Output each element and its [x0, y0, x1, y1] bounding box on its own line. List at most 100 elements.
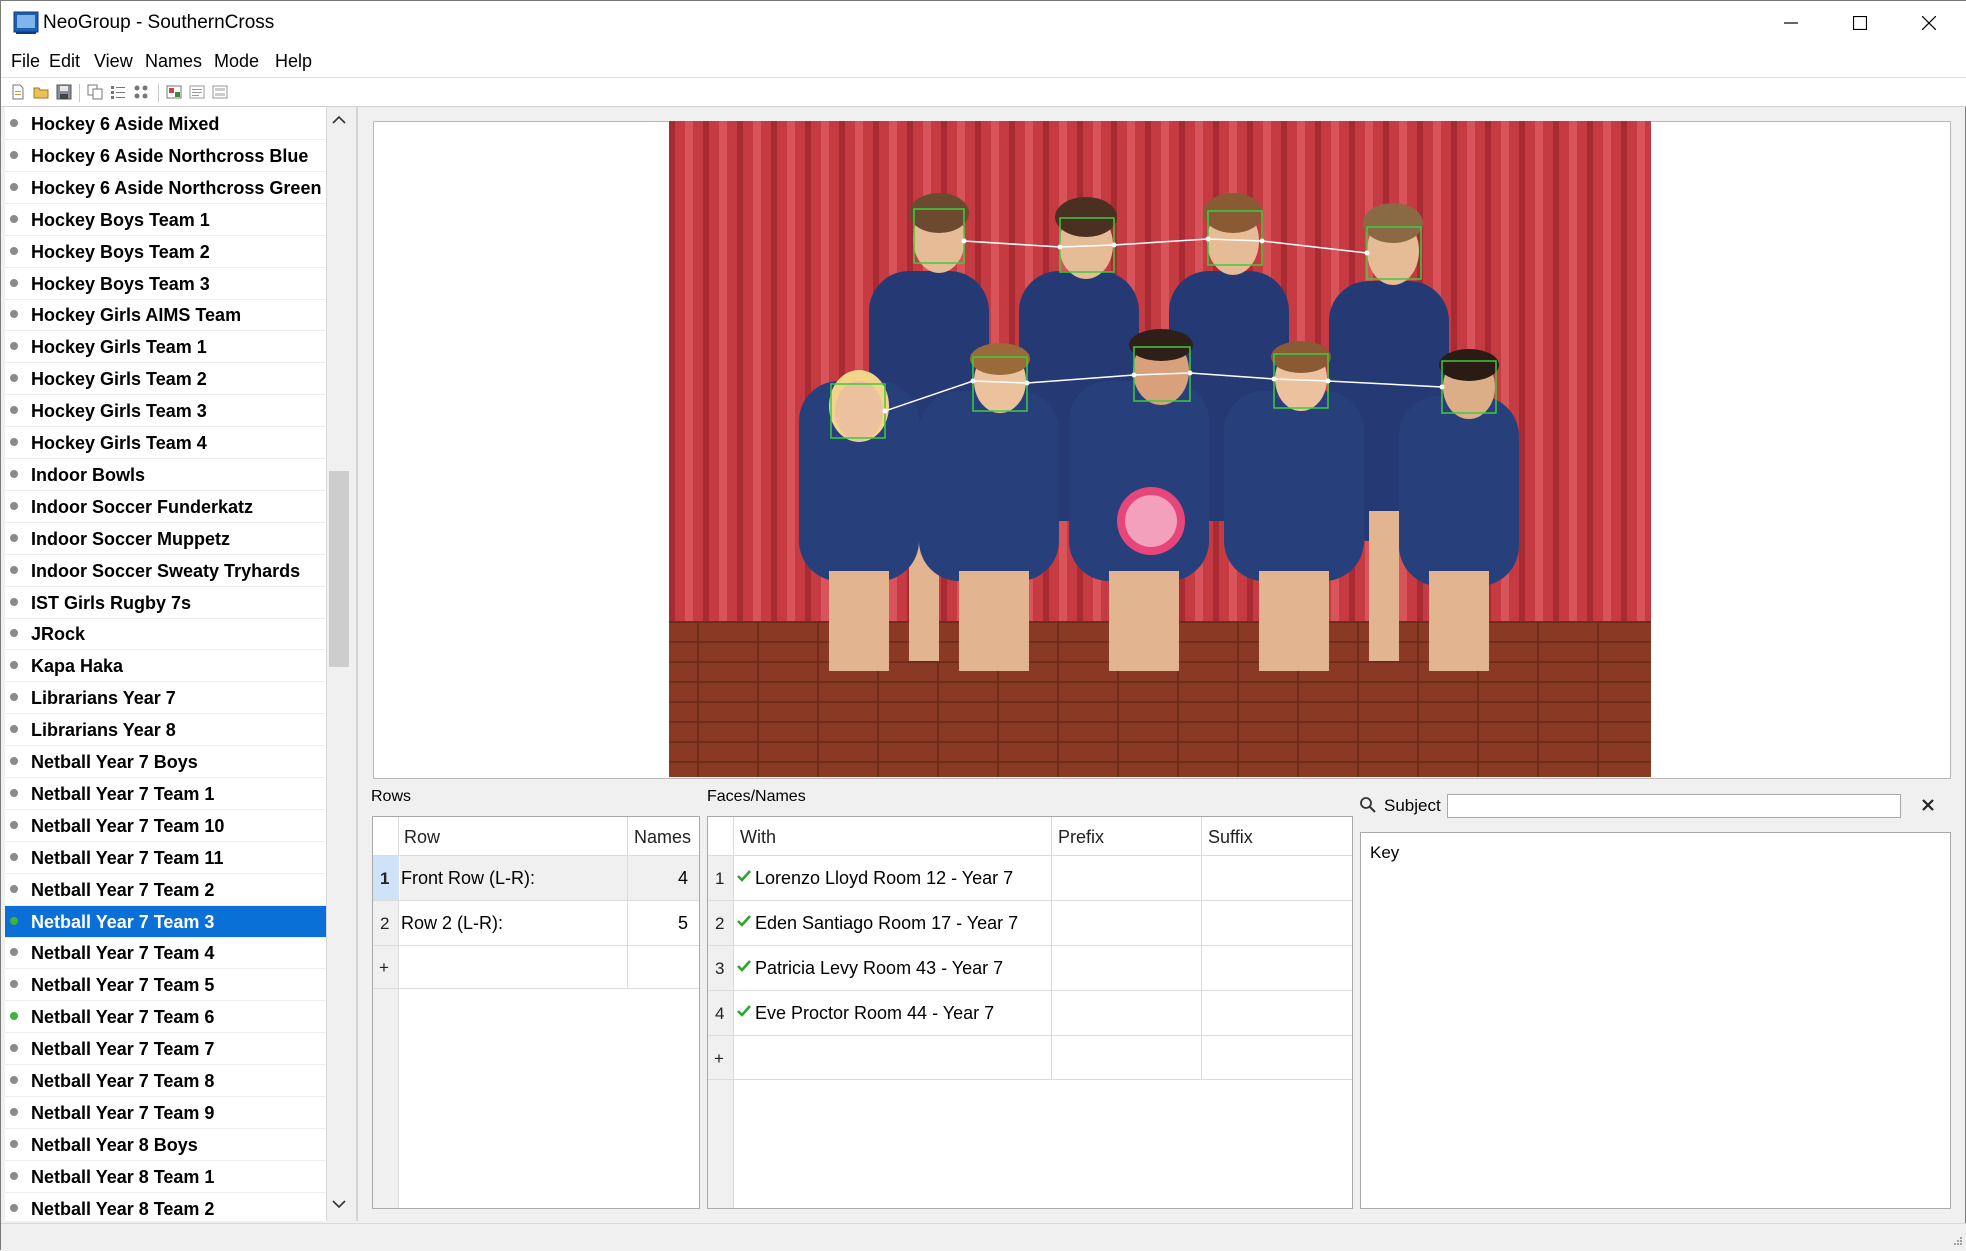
caption-icon[interactable] [189, 84, 205, 100]
group-list-item[interactable]: Hockey Boys Team 2 [5, 236, 326, 268]
group-list-item[interactable]: Kapa Haka [5, 650, 326, 683]
group-label: IST Girls Rugby 7s [31, 592, 192, 613]
group-list-item[interactable]: Hockey Boys Team 1 [5, 204, 326, 236]
key-panel[interactable]: Key [1360, 832, 1951, 1209]
group-list-item[interactable]: Netball Year 7 Team 1 [5, 778, 326, 810]
maximize-button[interactable] [1825, 1, 1894, 45]
group-list[interactable]: Hockey 6 Aside Mixed Hockey 6 Aside North… [5, 107, 327, 1221]
face-name-cell[interactable]: Eve Proctor Room 44 - Year 7 [755, 1003, 994, 1024]
group-list-item[interactable]: Hockey Girls Team 2 [5, 363, 326, 396]
status-dot-icon [10, 501, 18, 510]
column-header-row[interactable]: Row [404, 827, 440, 848]
column-header-with[interactable]: With [740, 827, 776, 848]
copy-icon[interactable] [87, 84, 103, 100]
group-list-item[interactable]: Netball Year 7 Team 10 [5, 810, 326, 842]
add-face-button[interactable]: + [714, 1049, 724, 1069]
subject-search-input[interactable] [1447, 794, 1901, 818]
menu-mode[interactable]: Mode [214, 51, 259, 72]
menu-edit[interactable]: Edit [49, 51, 80, 72]
group-list-item[interactable]: Netball Year 7 Team 9 [5, 1097, 326, 1129]
group-list-item[interactable]: Netball Year 7 Team 8 [5, 1065, 326, 1097]
group-list-item[interactable]: Netball Year 7 Team 3 [5, 905, 326, 938]
column-header-suffix[interactable]: Suffix [1208, 827, 1253, 848]
group-label: Netball Year 7 Team 5 [31, 975, 215, 996]
group-list-item[interactable]: Netball Year 7 Team 11 [5, 842, 326, 874]
new-file-icon[interactable] [10, 84, 26, 100]
open-folder-icon[interactable] [33, 84, 49, 100]
group-label: Hockey 6 Aside Northcross Green [31, 177, 322, 198]
group-list-item[interactable]: Hockey Girls Team 4 [5, 427, 326, 459]
group-list-item[interactable]: Hockey Girls Team 1 [5, 331, 326, 364]
rows-grid[interactable]: Row Names 1 Front Row (L-R): 4 2 Row 2 (… [372, 816, 700, 1209]
menu-file[interactable]: File [11, 51, 40, 72]
row-number: 2 [715, 914, 725, 933]
group-list-item[interactable]: Hockey Girls AIMS Team [5, 299, 326, 332]
status-dot-icon [10, 1171, 18, 1180]
group-list-item[interactable]: Netball Year 7 Team 7 [5, 1033, 326, 1066]
group-list-item[interactable]: Hockey 6 Aside Mixed [5, 108, 326, 140]
menu-view[interactable]: View [94, 51, 133, 72]
row-label-cell[interactable]: Front Row (L-R): [401, 868, 535, 889]
group-list-item[interactable]: Hockey 6 Aside Northcross Green [5, 172, 326, 204]
row-names-count[interactable]: 4 [678, 868, 688, 889]
menu-help[interactable]: Help [275, 51, 312, 72]
group-label: Hockey Boys Team 2 [31, 241, 210, 262]
column-header-names[interactable]: Names [634, 827, 691, 848]
save-icon[interactable] [56, 84, 72, 100]
face-name-cell[interactable]: Eden Santiago Room 17 - Year 7 [755, 913, 1018, 934]
chevron-down-icon[interactable] [332, 1199, 346, 1209]
layout-icon[interactable] [212, 84, 228, 100]
group-list-item[interactable]: Librarians Year 7 [5, 682, 326, 715]
menu-names[interactable]: Names [145, 51, 202, 72]
group-list-item[interactable]: IST Girls Rugby 7s [5, 587, 326, 619]
group-list-item[interactable]: Netball Year 8 Boys [5, 1129, 326, 1161]
group-list-item[interactable]: Netball Year 8 Team 1 [5, 1161, 326, 1193]
group-list-item[interactable]: Hockey 6 Aside Northcross Blue [5, 140, 326, 172]
menu-bar: File Edit View Names Mode Help [1, 45, 1966, 77]
group-list-item[interactable]: Netball Year 8 Team 2 [5, 1193, 326, 1221]
list-view-icon[interactable] [110, 84, 126, 100]
row-number: 1 [715, 869, 725, 888]
group-list-item[interactable]: Indoor Soccer Muppetz [5, 523, 326, 555]
group-list-scrollbar[interactable] [327, 107, 351, 1221]
group-list-item[interactable]: Netball Year 7 Team 5 [5, 969, 326, 1002]
group-list-item[interactable]: Hockey Girls Team 3 [5, 395, 326, 428]
group-list-item[interactable]: Netball Year 7 Team 2 [5, 874, 326, 906]
group-list-item[interactable]: JRock [5, 618, 326, 651]
scrollbar-thumb[interactable] [329, 471, 349, 667]
group-view-icon[interactable] [133, 84, 149, 100]
group-label: Netball Year 7 Team 4 [31, 943, 215, 964]
faces-grid[interactable]: With Prefix Suffix 1 Lorenzo Lloyd Room 1… [707, 816, 1353, 1209]
resize-grip-icon[interactable] [1949, 1234, 1963, 1248]
clear-search-icon[interactable] [1921, 798, 1935, 812]
close-button[interactable] [1894, 1, 1963, 45]
group-list-item[interactable]: Librarians Year 8 [5, 714, 326, 747]
group-photo[interactable] [669, 121, 1651, 777]
subject-label: Subject [1384, 796, 1441, 815]
group-list-item[interactable]: Indoor Soccer Sweaty Tryhards [5, 555, 326, 587]
group-list-item[interactable]: Netball Year 7 Team 6 [5, 1001, 326, 1034]
column-header-prefix[interactable]: Prefix [1058, 827, 1104, 848]
chevron-up-icon[interactable] [332, 115, 346, 125]
group-label: Hockey Girls Team 2 [31, 369, 207, 390]
group-list-item[interactable]: Hockey Boys Team 3 [5, 268, 326, 300]
row-number: 1 [380, 869, 390, 888]
group-list-item[interactable]: Netball Year 7 Boys [5, 746, 326, 778]
splitter[interactable] [356, 107, 358, 1221]
group-list-item[interactable]: Indoor Soccer Funderkatz [5, 491, 326, 523]
face-name-cell[interactable]: Patricia Levy Room 43 - Year 7 [755, 958, 1003, 979]
photo-icon[interactable] [166, 84, 182, 100]
status-bar [1, 1223, 1966, 1251]
group-label: Hockey 6 Aside Northcross Blue [31, 145, 309, 166]
row-label-cell[interactable]: Row 2 (L-R): [401, 913, 503, 934]
add-row-button[interactable]: + [379, 958, 389, 978]
group-list-item[interactable]: Netball Year 7 Team 4 [5, 937, 326, 970]
window-title: NeoGroup - SouthernCross [43, 12, 275, 33]
group-label: Hockey Girls Team 3 [31, 401, 207, 422]
group-label: Netball Year 8 Team 1 [31, 1166, 215, 1187]
row-names-count[interactable]: 5 [678, 913, 688, 934]
maximize-icon [1852, 16, 1867, 30]
face-name-cell[interactable]: Lorenzo Lloyd Room 12 - Year 7 [755, 868, 1013, 889]
group-list-item[interactable]: Indoor Bowls [5, 459, 326, 491]
minimize-button[interactable] [1756, 1, 1825, 45]
